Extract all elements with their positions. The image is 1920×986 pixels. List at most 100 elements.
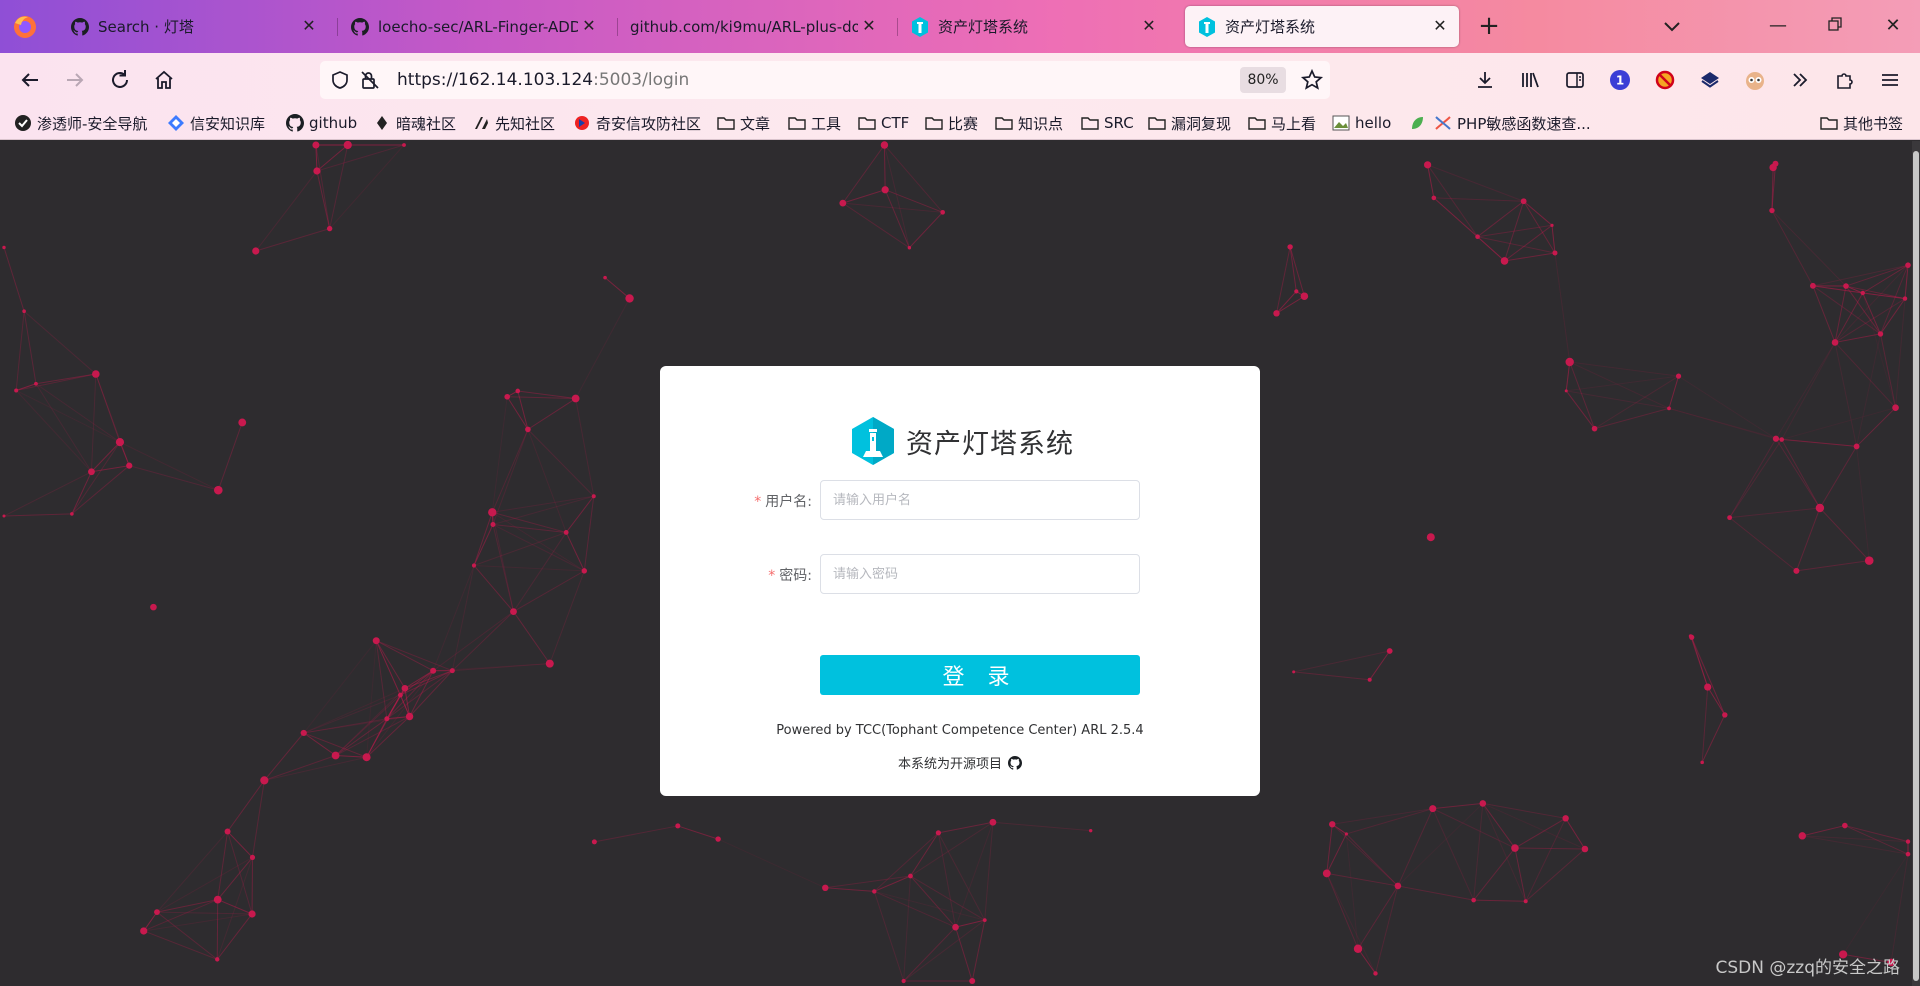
- network-link: [717, 838, 826, 889]
- bookmark-item[interactable]: 渗透师-安全导航: [14, 112, 147, 134]
- blocker-extension[interactable]: [1651, 66, 1679, 94]
- downloads-button[interactable]: [1471, 66, 1499, 94]
- network-node: [1344, 832, 1348, 836]
- scrollbar-thumb[interactable]: [1913, 151, 1919, 981]
- bookmark-item[interactable]: PHP敏感函数速查...: [1434, 112, 1591, 134]
- login-button[interactable]: 登 录: [820, 655, 1140, 695]
- other-bookmarks-folder[interactable]: 其他书签: [1820, 112, 1903, 134]
- close-icon[interactable]: ✕: [1140, 17, 1158, 35]
- new-tab-button[interactable]: +: [1475, 12, 1503, 40]
- home-button[interactable]: [150, 66, 178, 94]
- network-link: [1473, 803, 1484, 901]
- network-link: [1473, 899, 1526, 902]
- close-icon[interactable]: ✕: [300, 17, 318, 35]
- bookmark-folder[interactable]: 文章: [717, 112, 770, 134]
- password-input[interactable]: [820, 554, 1140, 594]
- network-link: [1397, 808, 1434, 887]
- tab-bar: Search · 灯塔 ✕ loecho-sec/ARL-Finger-ADD:…: [0, 0, 1920, 53]
- username-input[interactable]: [820, 480, 1140, 520]
- reload-button[interactable]: [106, 66, 134, 94]
- minimize-button[interactable]: —: [1766, 14, 1790, 38]
- shield-icon[interactable]: [330, 70, 350, 90]
- network-link: [575, 398, 595, 497]
- tab-arl-login-active[interactable]: 资产灯塔系统 ✕: [1185, 6, 1459, 47]
- mascot-extension[interactable]: [1741, 66, 1769, 94]
- tab-arl-finger-add[interactable]: loecho-sec/ARL-Finger-ADD: ARL ✕: [338, 6, 608, 47]
- network-node: [881, 186, 889, 194]
- network-node: [260, 776, 269, 785]
- library-button[interactable]: [1516, 66, 1544, 94]
- layers-icon: [1701, 72, 1719, 88]
- network-node: [449, 668, 455, 674]
- vertical-scrollbar[interactable]: [1912, 141, 1920, 986]
- network-link: [1326, 873, 1376, 974]
- network-link: [842, 202, 910, 249]
- bookmark-item[interactable]: 信安知识库: [167, 112, 265, 134]
- bookmark-folder[interactable]: CTF: [858, 112, 909, 134]
- network-node: [591, 494, 596, 499]
- network-link: [329, 144, 405, 229]
- csdn-watermark: CSDN @zzq的安全之路: [1715, 958, 1900, 978]
- network-node: [1367, 677, 1372, 682]
- url-text[interactable]: https://162.14.103.124:5003/login: [397, 70, 689, 90]
- network-node: [1550, 223, 1554, 227]
- bookmark-folder[interactable]: SRC: [1081, 112, 1134, 134]
- chevron-down-icon[interactable]: [1660, 14, 1684, 38]
- network-node: [1552, 250, 1558, 256]
- app-menu-button[interactable]: [1876, 66, 1904, 94]
- forward-button[interactable]: [61, 66, 89, 94]
- url-bar[interactable]: https://162.14.103.124:5003/login 80%: [320, 61, 1330, 99]
- extensions-button[interactable]: [1831, 66, 1859, 94]
- network-link: [1594, 407, 1670, 430]
- bookmark-folder[interactable]: 工具: [788, 112, 841, 134]
- network-link: [883, 144, 886, 190]
- bookmark-item[interactable]: github: [286, 112, 357, 134]
- network-node: [224, 828, 231, 835]
- network-node: [908, 873, 913, 879]
- network-link: [143, 930, 218, 960]
- close-icon[interactable]: ✕: [1431, 17, 1449, 35]
- network-link: [1691, 637, 1709, 688]
- bookmark-item[interactable]: 奇安信攻防社区: [573, 112, 701, 134]
- bookmark-item[interactable]: 先知社区: [472, 112, 555, 134]
- bookmark-folder[interactable]: 比赛: [925, 112, 978, 134]
- insecure-lock-icon[interactable]: [360, 70, 380, 90]
- bookmark-folder[interactable]: 知识点: [995, 112, 1063, 134]
- network-node: [1429, 805, 1437, 813]
- tab-title: Search · 灯塔: [98, 18, 194, 36]
- bookmark-item[interactable]: [1408, 112, 1431, 134]
- close-icon[interactable]: ✕: [580, 17, 598, 35]
- layers-extension[interactable]: [1696, 66, 1724, 94]
- window-close-button[interactable]: ✕: [1881, 14, 1905, 38]
- network-node: [880, 141, 889, 149]
- brand-header: 资产灯塔系统: [850, 416, 1074, 466]
- network-link: [316, 144, 405, 172]
- network-link: [95, 373, 130, 466]
- network-node: [88, 468, 95, 476]
- zoom-level-badge[interactable]: 80%: [1240, 67, 1286, 93]
- bookmark-folder[interactable]: 漏洞复现: [1148, 112, 1231, 134]
- tab-arl-plus-docker[interactable]: github.com/ki9mu/ARL-plus-docker ✕: [618, 6, 888, 47]
- image-icon: [1332, 114, 1350, 132]
- close-icon[interactable]: ✕: [860, 17, 878, 35]
- network-link: [549, 570, 585, 664]
- restore-button[interactable]: [1823, 14, 1847, 38]
- github-icon[interactable]: [1008, 755, 1022, 770]
- network-link: [386, 670, 434, 720]
- bookmark-item[interactable]: hello: [1332, 112, 1391, 134]
- bookmark-item[interactable]: 暗魂社区: [373, 112, 456, 134]
- tab-search-dengta[interactable]: Search · 灯塔 ✕: [58, 6, 328, 47]
- network-link: [3, 513, 72, 517]
- tab-arl-login-1[interactable]: 资产灯塔系统 ✕: [898, 6, 1168, 47]
- sidebar-button[interactable]: [1561, 66, 1589, 94]
- bookmark-star-icon[interactable]: [1300, 68, 1324, 92]
- network-node: [839, 199, 847, 207]
- firefox-icon[interactable]: [10, 13, 40, 41]
- network-link: [3, 471, 92, 517]
- more-tools-button[interactable]: [1786, 66, 1814, 94]
- open-source-note[interactable]: 本系统为开源项目: [660, 753, 1260, 772]
- network-link: [873, 832, 939, 892]
- back-button[interactable]: [16, 66, 44, 94]
- bookmark-folder[interactable]: 马上看: [1248, 112, 1316, 134]
- onepassword-extension[interactable]: 1: [1606, 66, 1634, 94]
